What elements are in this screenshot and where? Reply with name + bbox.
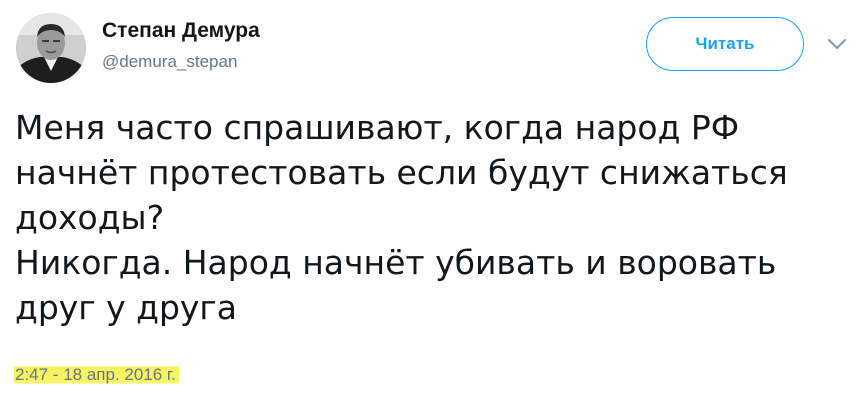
avatar[interactable] xyxy=(16,13,86,83)
tweet-card: Степан Демура @demura_stepan Читать Меня… xyxy=(0,0,861,400)
author-name[interactable]: Степан Демура xyxy=(102,19,260,43)
tweet-text-line: начнёт протестовать если будут снижаться xyxy=(15,153,788,192)
tweet-text-line: Никогда. Народ начнёт убивать и воровать xyxy=(15,243,777,282)
tweet-text-line: Меня часто спрашивают, когда народ РФ xyxy=(15,108,740,147)
tweet-text: Меня часто спрашивают, когда народ РФ на… xyxy=(15,105,855,330)
tweet-text-line: друг у друга xyxy=(15,288,237,327)
tweet-timestamp[interactable]: 2:47 - 18 апр. 2016 г. xyxy=(14,364,179,386)
tweet-text-line: доходы? xyxy=(15,198,165,237)
author-handle[interactable]: @demura_stepan xyxy=(102,52,237,72)
avatar-photo xyxy=(16,13,86,83)
chevron-down-icon[interactable] xyxy=(826,37,848,51)
follow-button[interactable]: Читать xyxy=(646,17,804,71)
